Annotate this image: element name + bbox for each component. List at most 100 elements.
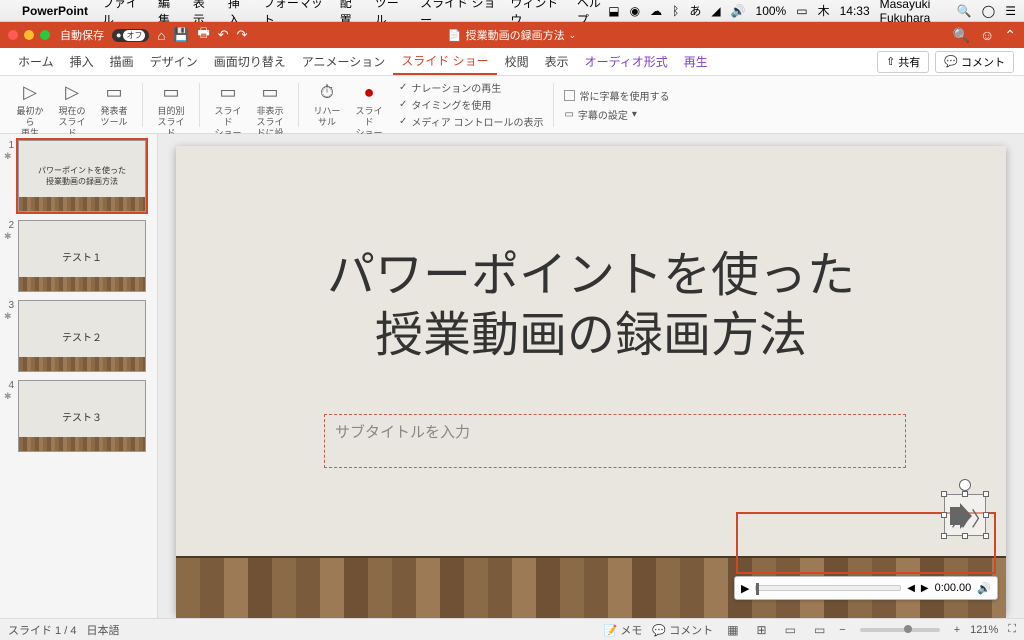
- tab-design[interactable]: デザイン: [142, 48, 206, 75]
- comments-button[interactable]: 💬 コメント: [652, 622, 713, 638]
- undo-icon[interactable]: ↶: [218, 27, 229, 43]
- spotlight-icon[interactable]: 🔍: [957, 4, 972, 18]
- thumbnail-1[interactable]: パワーポイントを使った 授業動画の録画方法: [18, 140, 146, 212]
- slide-title[interactable]: パワーポイントを使った 授業動画の録画方法: [236, 246, 946, 366]
- user-name[interactable]: Masayuki Fukuhara: [880, 0, 947, 25]
- subtitle-placeholder[interactable]: サブタイトルを入力: [324, 414, 906, 468]
- tab-playback[interactable]: 再生: [676, 48, 716, 75]
- always-subtitles-checkbox[interactable]: 常に字幕を使用する: [564, 88, 669, 103]
- ime-icon[interactable]: あ: [689, 2, 701, 19]
- tab-slideshow[interactable]: スライド ショー: [393, 48, 496, 75]
- sorter-view-button[interactable]: ⊞: [753, 621, 771, 639]
- fullscreen-window-button[interactable]: [40, 30, 50, 40]
- thumbnail-panel[interactable]: 1✱ パワーポイントを使った 授業動画の録画方法 2✱ テスト１ 3✱ テスト２…: [0, 134, 158, 618]
- tab-animations[interactable]: アニメーション: [294, 48, 394, 75]
- evernote-icon[interactable]: ◉: [630, 4, 640, 18]
- play-start-icon: ▷: [23, 82, 37, 104]
- slide-position[interactable]: スライド 1 / 4: [8, 622, 76, 638]
- fit-to-window-button[interactable]: ⛶: [1008, 623, 1016, 636]
- hide-icon: ▭: [261, 82, 278, 104]
- play-button[interactable]: ▶: [741, 582, 749, 595]
- animation-star-icon: ✱: [4, 311, 14, 322]
- resize-handle[interactable]: [983, 512, 989, 518]
- resize-handle[interactable]: [962, 491, 968, 497]
- zoom-level[interactable]: 121%: [970, 624, 998, 636]
- autosave-toggle[interactable]: ●オフ: [112, 29, 149, 42]
- chevron-up-icon[interactable]: ⌃: [1004, 27, 1016, 44]
- volume-button[interactable]: 🔊: [977, 582, 991, 595]
- resize-handle[interactable]: [962, 533, 968, 539]
- audio-time: 0:00.00: [935, 582, 972, 594]
- resize-handle[interactable]: [941, 533, 947, 539]
- skip-back-button[interactable]: ◀: [907, 583, 915, 594]
- thumbnail-2[interactable]: テスト１: [18, 220, 146, 292]
- animation-star-icon: ✱: [4, 151, 14, 162]
- doc-title[interactable]: 授業動画の録画方法: [466, 27, 565, 43]
- audio-scrubber[interactable]: [755, 585, 901, 591]
- chevron-down-icon[interactable]: ⌄: [569, 30, 577, 41]
- print-icon[interactable]: 🖶: [197, 24, 209, 46]
- chevron-down-icon: ▾: [632, 109, 637, 120]
- tab-review[interactable]: 校閲: [497, 48, 537, 75]
- search-icon[interactable]: 🔍: [953, 27, 970, 44]
- home-icon[interactable]: ⌂: [157, 28, 165, 43]
- play-current-icon: ▷: [65, 82, 79, 104]
- rotate-handle[interactable]: [959, 479, 971, 491]
- rehearse-button[interactable]: ⏱リハーサル: [307, 80, 347, 130]
- minimize-window-button[interactable]: [24, 30, 34, 40]
- resize-handle[interactable]: [941, 512, 947, 518]
- siri-icon[interactable]: ◯: [982, 4, 995, 18]
- media-controls-checkbox[interactable]: ✓メディア コントロールの表示: [399, 114, 543, 129]
- smile-icon[interactable]: ☺: [980, 27, 994, 44]
- narration-checkbox[interactable]: ✓ナレーションの再生: [399, 80, 543, 95]
- resize-handle[interactable]: [941, 491, 947, 497]
- timing-checkbox[interactable]: ✓タイミングを使用: [399, 97, 543, 112]
- skip-forward-button[interactable]: ▶: [921, 583, 929, 594]
- redo-icon[interactable]: ↷: [237, 27, 248, 43]
- normal-view-button[interactable]: ▦: [723, 621, 742, 639]
- slide[interactable]: パワーポイントを使った 授業動画の録画方法 サブタイトルを入力 〉〉〉 ▶ ◀: [176, 146, 1006, 614]
- share-button[interactable]: ⇧共有: [877, 51, 929, 73]
- app-name[interactable]: PowerPoint: [22, 4, 88, 18]
- zoom-out-button[interactable]: −: [839, 624, 845, 636]
- bluetooth-icon[interactable]: ᛒ: [672, 4, 679, 18]
- reading-view-button[interactable]: ▭: [781, 621, 800, 639]
- tab-draw[interactable]: 描画: [102, 48, 142, 75]
- thumb-number: 4: [4, 380, 14, 391]
- close-window-button[interactable]: [8, 30, 18, 40]
- notes-button[interactable]: 📝 メモ: [604, 622, 643, 638]
- subtitle-settings-button[interactable]: ▭字幕の設定▾: [564, 107, 669, 122]
- play-from-start-button[interactable]: ▷最初から 再生: [10, 80, 50, 140]
- tab-transitions[interactable]: 画面切り替え: [206, 48, 294, 75]
- resize-handle[interactable]: [983, 491, 989, 497]
- thumbnail-3[interactable]: テスト２: [18, 300, 146, 372]
- thumb-number: 2: [4, 220, 14, 231]
- volume-icon[interactable]: 🔊: [731, 4, 746, 18]
- resize-handle[interactable]: [983, 533, 989, 539]
- dropbox-icon[interactable]: ⬓: [608, 4, 619, 18]
- presenter-view-button[interactable]: ▭発表者 ツール: [94, 80, 134, 130]
- cloud-icon[interactable]: ☁: [650, 4, 662, 18]
- audio-object[interactable]: 〉〉〉: [944, 494, 986, 536]
- titlebar: 自動保存 ●オフ ⌂ 💾 🖶 ↶ ↷ 📄 授業動画の録画方法 ⌄ 🔍 ☺ ⌃: [0, 22, 1024, 48]
- thumb-number: 1: [4, 140, 14, 151]
- audio-playback-bar: ▶ ◀ ▶ 0:00.00 🔊: [734, 576, 998, 600]
- zoom-in-button[interactable]: +: [954, 624, 960, 636]
- notifications-icon[interactable]: ☰: [1005, 4, 1016, 18]
- tab-view[interactable]: 表示: [537, 48, 577, 75]
- comments-button[interactable]: 💬コメント: [935, 51, 1014, 73]
- save-icon[interactable]: 💾: [173, 27, 189, 43]
- tab-home[interactable]: ホーム: [10, 48, 62, 75]
- thumbnail-4[interactable]: テスト３: [18, 380, 146, 452]
- battery-icon[interactable]: ▭: [796, 4, 807, 18]
- slideshow-view-button[interactable]: ▭: [810, 621, 829, 639]
- slide-canvas[interactable]: パワーポイントを使った 授業動画の録画方法 サブタイトルを入力 〉〉〉 ▶ ◀: [158, 134, 1024, 618]
- tab-audio-format[interactable]: オーディオ形式: [577, 48, 676, 75]
- zoom-slider[interactable]: [860, 628, 940, 632]
- share-icon: ⇧: [886, 55, 895, 68]
- doc-icon: 📄: [448, 29, 462, 42]
- mac-menubar: PowerPoint ファイル 編集 表示 挿入 フォーマット 配置 ツール ス…: [0, 0, 1024, 22]
- language-indicator[interactable]: 日本語: [86, 622, 119, 638]
- wifi-icon[interactable]: ◢: [711, 4, 720, 18]
- tab-insert[interactable]: 挿入: [62, 48, 102, 75]
